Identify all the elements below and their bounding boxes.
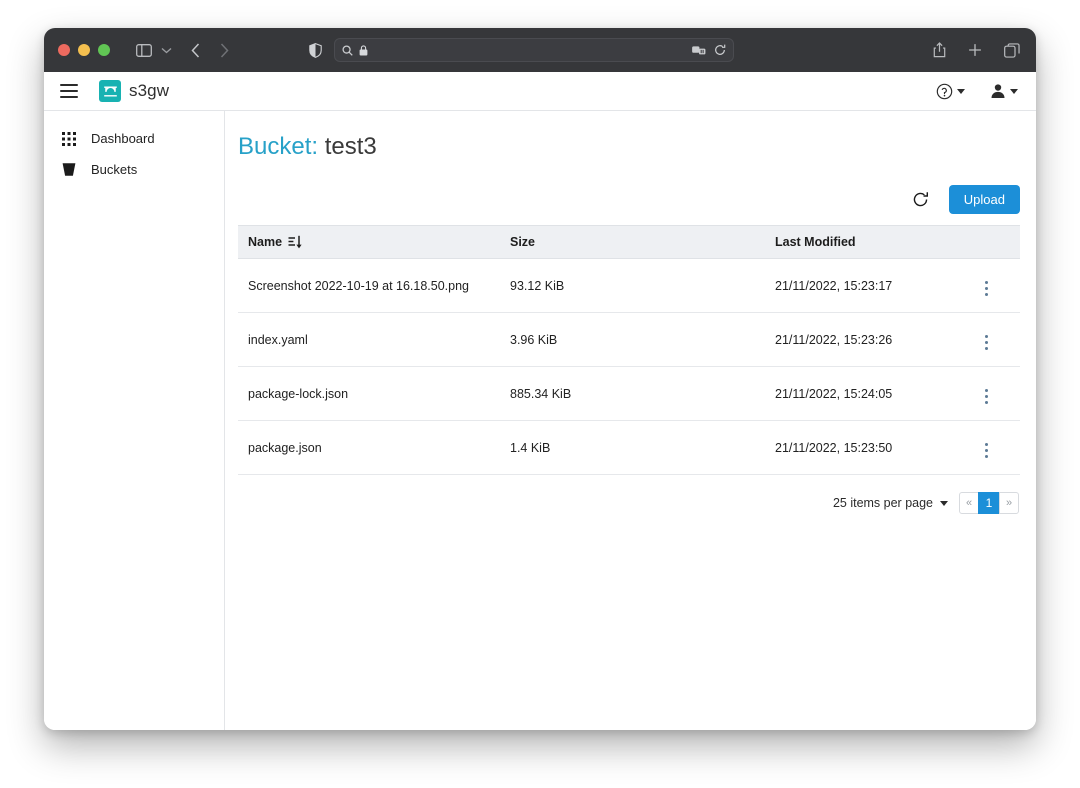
- chevron-down-icon: [940, 500, 948, 506]
- objects-table: Name Size Last Modified Screenshot 2022-…: [238, 225, 1020, 475]
- refresh-icon: [912, 191, 929, 208]
- s3gw-application: s3gw Dashboard Buckets Bucket: test3 Upl…: [44, 72, 1036, 730]
- sidebar-item-dashboard[interactable]: Dashboard: [44, 123, 224, 154]
- tab-overview-icon[interactable]: [1004, 42, 1020, 58]
- column-header-actions: [952, 225, 1020, 259]
- forward-arrow-icon[interactable]: [220, 42, 229, 58]
- privacy-shield-icon[interactable]: [309, 42, 322, 58]
- table-row[interactable]: package-lock.json 885.34 KiB 21/11/2022,…: [238, 366, 1020, 421]
- items-per-page-label: 25 items per page: [832, 496, 933, 510]
- cell-last-modified: 21/11/2022, 15:23:17: [765, 258, 952, 313]
- app-body: Dashboard Buckets Bucket: test3 Upload N…: [44, 111, 1036, 730]
- reload-icon[interactable]: [714, 44, 726, 56]
- sidebar-item-label: Dashboard: [91, 131, 155, 146]
- cell-actions: [952, 420, 1020, 475]
- chevron-down-icon: [957, 88, 965, 94]
- column-label: Name: [248, 235, 283, 249]
- cell-last-modified: 21/11/2022, 15:23:26: [765, 312, 952, 367]
- hamburger-menu-icon[interactable]: [60, 84, 78, 98]
- cell-name: Screenshot 2022-10-19 at 16.18.50.png: [238, 258, 500, 313]
- objects-table-wrapper: Name Size Last Modified Screenshot 2022-…: [238, 225, 1020, 475]
- minimize-window-button[interactable]: [78, 44, 90, 56]
- column-header-name[interactable]: Name: [238, 225, 500, 259]
- browser-window: s3gw Dashboard Buckets Bucket: test3 Upl…: [44, 28, 1036, 730]
- cell-last-modified: 21/11/2022, 15:23:50: [765, 420, 952, 475]
- column-header-size[interactable]: Size: [500, 225, 765, 259]
- table-header-row: Name Size Last Modified: [238, 225, 1020, 259]
- user-menu-button[interactable]: [990, 83, 1018, 99]
- page-title-prefix: Bucket:: [238, 133, 319, 160]
- table-row[interactable]: package.json 1.4 KiB 21/11/2022, 15:23:5…: [238, 420, 1020, 475]
- search-icon: [342, 44, 353, 56]
- sort-descending-icon: [288, 235, 303, 249]
- table-row[interactable]: Screenshot 2022-10-19 at 16.18.50.png 93…: [238, 258, 1020, 313]
- cell-size: 1.4 KiB: [500, 420, 765, 475]
- table-body: Screenshot 2022-10-19 at 16.18.50.png 93…: [238, 258, 1020, 475]
- next-page-button[interactable]: »: [999, 492, 1019, 514]
- user-avatar-icon: [990, 83, 1006, 99]
- back-arrow-icon[interactable]: [191, 42, 200, 58]
- cell-actions: [952, 258, 1020, 313]
- kebab-menu-icon[interactable]: [979, 333, 994, 352]
- maximize-window-button[interactable]: [98, 44, 110, 56]
- table-head: Name Size Last Modified: [238, 225, 1020, 259]
- kebab-menu-icon[interactable]: [979, 387, 994, 406]
- cell-size: 3.96 KiB: [500, 312, 765, 367]
- share-icon[interactable]: [933, 42, 946, 58]
- s3gw-logo-icon: [99, 80, 121, 102]
- sidebar-toggle-icon[interactable]: [136, 43, 152, 57]
- page-controls: « 1 »: [959, 492, 1019, 514]
- column-label: Size: [510, 235, 536, 249]
- upload-button[interactable]: Upload: [948, 185, 1020, 214]
- table-row[interactable]: index.yaml 3.96 KiB 21/11/2022, 15:23:26: [238, 312, 1020, 367]
- pagination: 25 items per page « 1 »: [238, 492, 1020, 514]
- browser-titlebar: [44, 28, 1036, 72]
- page-title: Bucket: test3: [238, 133, 1020, 161]
- sidebar-item-label: Buckets: [91, 162, 138, 177]
- cell-size: 885.34 KiB: [500, 366, 765, 421]
- page-number-button[interactable]: 1: [978, 492, 1000, 514]
- extensions-icon[interactable]: [692, 45, 706, 56]
- cell-name: package.json: [238, 420, 500, 475]
- column-header-last-modified[interactable]: Last Modified: [765, 225, 952, 259]
- address-bar[interactable]: [334, 38, 734, 62]
- page-title-bucket-name: test3: [324, 133, 377, 160]
- previous-page-button[interactable]: «: [959, 492, 979, 514]
- items-per-page-selector[interactable]: 25 items per page: [833, 496, 948, 510]
- kebab-menu-icon[interactable]: [979, 279, 994, 298]
- cell-name: index.yaml: [238, 312, 500, 367]
- cell-actions: [952, 312, 1020, 367]
- help-menu-button[interactable]: [936, 83, 965, 100]
- screen: s3gw Dashboard Buckets Bucket: test3 Upl…: [0, 0, 1080, 788]
- browser-actions: [933, 42, 1020, 58]
- grid-icon: [60, 131, 78, 146]
- main-content: Bucket: test3 Upload Name Size Last Modi…: [225, 111, 1036, 730]
- help-circle-icon: [936, 83, 953, 100]
- sidebar-item-buckets[interactable]: Buckets: [44, 154, 224, 185]
- cell-name: package-lock.json: [238, 366, 500, 421]
- app-header: s3gw: [44, 72, 1036, 111]
- chevron-down-icon[interactable]: [161, 47, 172, 54]
- window-controls[interactable]: [58, 44, 110, 56]
- cell-size: 93.12 KiB: [500, 258, 765, 313]
- url-input[interactable]: [374, 44, 686, 56]
- chevron-down-icon: [1010, 88, 1018, 94]
- sidebar: Dashboard Buckets: [44, 111, 225, 730]
- brand[interactable]: s3gw: [99, 80, 169, 102]
- refresh-button[interactable]: [901, 185, 940, 214]
- close-window-button[interactable]: [58, 44, 70, 56]
- kebab-menu-icon[interactable]: [979, 441, 994, 460]
- cell-last-modified: 21/11/2022, 15:24:05: [765, 366, 952, 421]
- table-toolbar: Upload: [238, 185, 1020, 214]
- lock-icon: [359, 44, 368, 56]
- bucket-icon: [60, 162, 78, 177]
- app-header-actions: [936, 83, 1018, 100]
- brand-name: s3gw: [129, 81, 170, 100]
- cell-actions: [952, 366, 1020, 421]
- column-label: Last Modified: [775, 235, 856, 249]
- plus-icon[interactable]: [968, 43, 982, 57]
